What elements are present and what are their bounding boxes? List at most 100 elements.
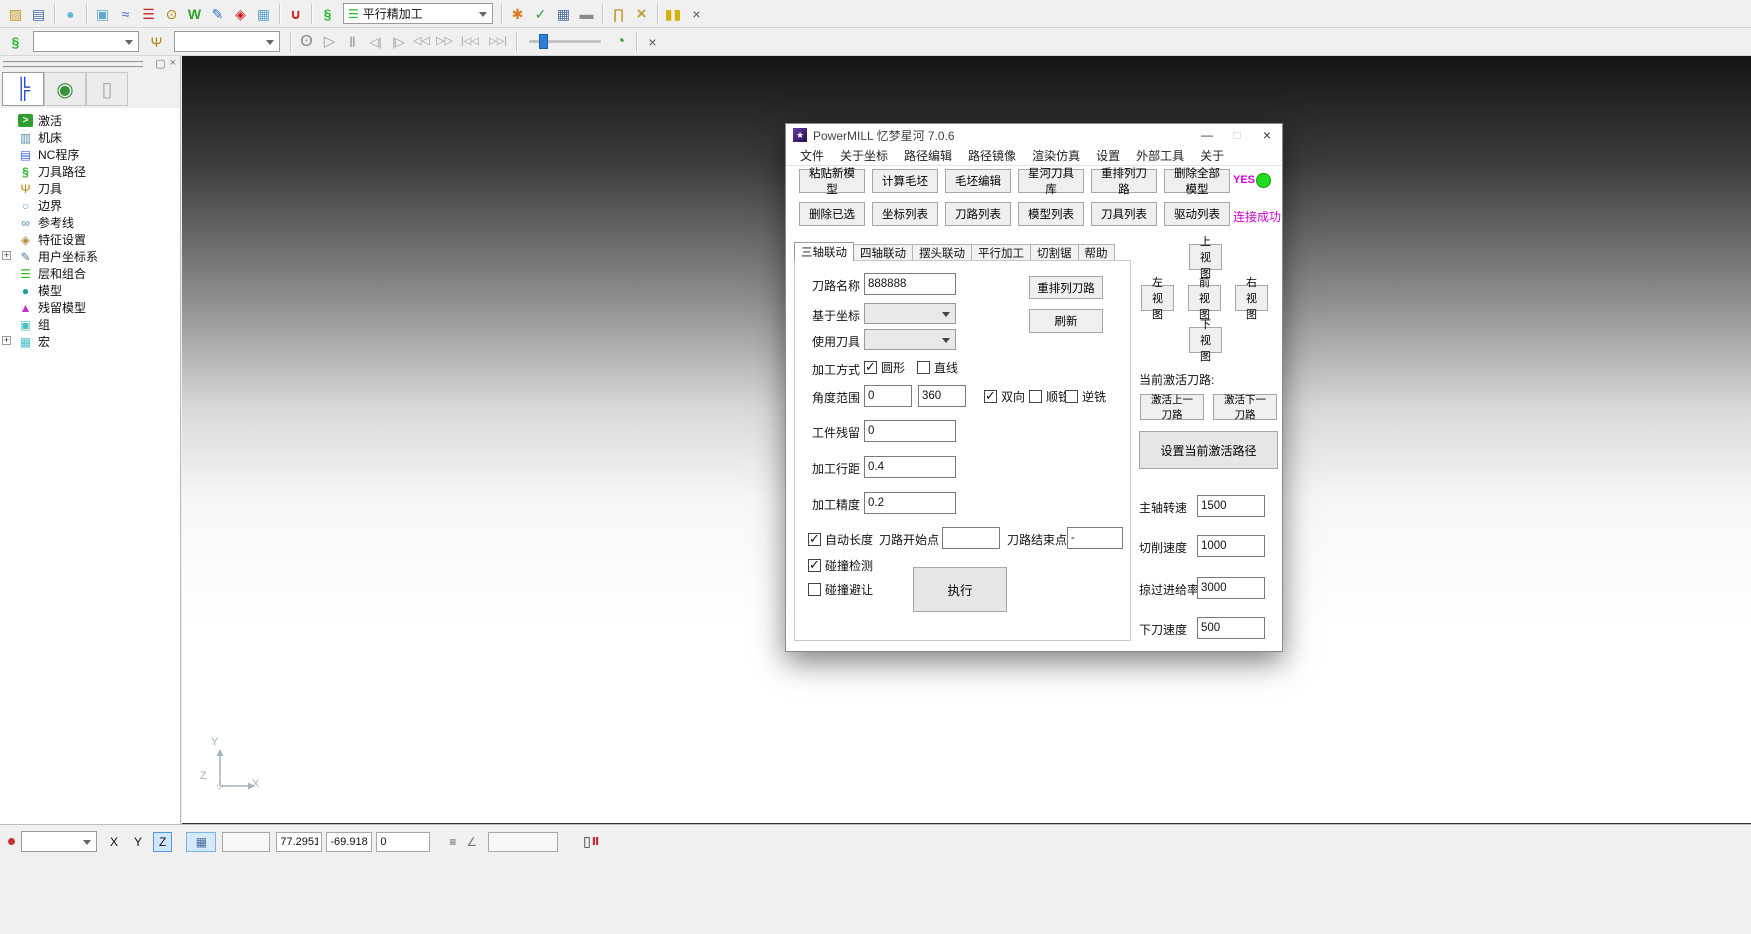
start-point-input[interactable] — [942, 527, 1000, 549]
tree-item-feature-sets[interactable]: ◈特征设置 — [0, 231, 180, 248]
tree-item-machine[interactable]: ▥机床 — [0, 129, 180, 146]
cutting-feed-input[interactable] — [1197, 535, 1265, 557]
rearrange-toolpaths-button[interactable]: 重排列刀路 — [1091, 169, 1157, 193]
tool-list-button[interactable]: 刀具列表 — [1091, 202, 1157, 226]
bidirectional-checkbox[interactable]: 双向 — [984, 388, 1025, 405]
skim-feed-input[interactable] — [1197, 577, 1265, 599]
sim-toolpath-combo[interactable] — [33, 31, 139, 52]
based-coord-combo[interactable] — [864, 303, 956, 324]
play-icon[interactable]: ▷ — [318, 31, 341, 53]
menu-settings[interactable]: 设置 — [1088, 146, 1128, 166]
delete-all-models-button[interactable]: 删除全部模型 — [1164, 169, 1230, 193]
panel-close-icon[interactable]: × — [170, 57, 176, 70]
tree-item-levels-sets[interactable]: ☰层和组合 — [0, 265, 180, 282]
z-axis-button[interactable]: Z — [153, 832, 172, 852]
tree-item-groups[interactable]: ▣组 — [0, 316, 180, 333]
block-edit-button[interactable]: 毛坯编辑 — [945, 169, 1011, 193]
tab-saw[interactable]: 切割锯 — [1030, 244, 1079, 261]
tree-item-toolpaths[interactable]: §刀具路径 — [0, 163, 180, 180]
climb-mill-checkbox[interactable]: 顺铣 — [1029, 388, 1070, 405]
bulb-icon[interactable]: ʘ — [295, 31, 318, 53]
collision-check-icon[interactable]: ✱ — [506, 3, 529, 25]
expander-plus-icon[interactable]: + — [2, 336, 11, 345]
machining-strategy-combo[interactable]: ☰ 平行精加工 — [343, 3, 493, 24]
rearrange-button[interactable]: 重排列刀路 — [1029, 276, 1103, 299]
save-icon[interactable]: ▤ — [27, 3, 50, 25]
end-point-input[interactable] — [1067, 527, 1123, 549]
tab-3axis[interactable]: 三轴联动 — [794, 242, 854, 261]
list-options-icon[interactable]: ≡ — [444, 832, 461, 852]
sim-tool-combo[interactable] — [174, 31, 280, 52]
skip-start-icon[interactable]: |◁◁ — [456, 31, 484, 53]
model-block-icon[interactable]: ▦ — [252, 3, 275, 25]
mode-line-checkbox[interactable]: 直线 — [917, 359, 958, 376]
stock-remain-input[interactable] — [864, 420, 956, 442]
collision-avoid-checkbox[interactable]: 碰撞避让 — [808, 581, 873, 598]
tool-u-icon[interactable]: ∪ — [284, 3, 307, 25]
rapid-heights-icon[interactable]: ☰ — [137, 3, 160, 25]
tolerance-input[interactable] — [864, 492, 956, 514]
expander-plus-icon[interactable]: + — [2, 251, 11, 260]
toolpath-arrow-icon[interactable]: ≈ — [114, 3, 137, 25]
coord-x-field[interactable] — [276, 832, 322, 852]
tool-ok-icon[interactable]: ✓ — [529, 3, 552, 25]
angle-from-input[interactable] — [864, 385, 912, 407]
step-back-icon[interactable]: ◁| — [364, 31, 387, 53]
activate-next-button[interactable]: 激活下一刀路 — [1213, 394, 1277, 420]
tree-item-macros[interactable]: +▦宏 — [0, 333, 180, 350]
menu-path-edit[interactable]: 路径编辑 — [896, 146, 960, 166]
menu-external-tools[interactable]: 外部工具 — [1128, 146, 1192, 166]
menu-about[interactable]: 关于 — [1192, 146, 1232, 166]
angle-measure-icon[interactable]: ∠ — [461, 832, 482, 852]
coord-list-button[interactable]: 坐标列表 — [872, 202, 938, 226]
menu-coords[interactable]: 关于坐标 — [832, 146, 896, 166]
view-right-button[interactable]: 右视图 — [1235, 285, 1268, 311]
tree-item-boundaries[interactable]: ○边界 — [0, 197, 180, 214]
slider-handle[interactable] — [539, 34, 548, 49]
toolpath-spring-icon[interactable]: § — [4, 31, 27, 53]
execute-button[interactable]: 执行 — [913, 567, 1007, 612]
coord-y-field[interactable] — [326, 832, 372, 852]
tree-item-activate[interactable]: >激活 — [0, 112, 180, 129]
spindle-speed-input[interactable] — [1197, 495, 1265, 517]
empty-field[interactable] — [222, 832, 270, 852]
tab-tilt-head[interactable]: 摆头联动 — [912, 244, 972, 261]
transform-icon[interactable]: × — [630, 3, 653, 25]
clock-icon[interactable]: ◔ — [609, 31, 632, 53]
use-tool-combo[interactable] — [864, 329, 956, 350]
tree-item-tools[interactable]: Ψ刀具 — [0, 180, 180, 197]
tool-library-button[interactable]: 星河刀具库 — [1018, 169, 1084, 193]
sim-speed-slider[interactable] — [529, 40, 601, 43]
plunge-feed-input[interactable] — [1197, 617, 1265, 639]
calc-block-button[interactable]: 计算毛坯 — [872, 169, 938, 193]
angle-to-input[interactable] — [918, 385, 966, 407]
toolpath-name-input[interactable] — [864, 273, 956, 295]
tree-item-models[interactable]: ●模型 — [0, 282, 180, 299]
auto-length-checkbox[interactable]: 自动长度 — [808, 531, 873, 548]
ball-tool-icon[interactable]: ⊙ — [160, 3, 183, 25]
ruler-icon[interactable]: ▬ — [575, 3, 598, 25]
model-list-button[interactable]: 模型列表 — [1018, 202, 1084, 226]
coord-z-field[interactable] — [376, 832, 430, 852]
close-button[interactable]: × — [1252, 124, 1282, 146]
tab-help[interactable]: 帮助 — [1078, 244, 1115, 261]
menu-file[interactable]: 文件 — [792, 146, 832, 166]
tab-globe[interactable]: ◉ — [44, 72, 86, 106]
activate-prev-button[interactable]: 激活上一刀路 — [1140, 394, 1204, 420]
pause-icon[interactable]: Ⅱ — [341, 31, 364, 53]
tool-pair-icon[interactable]: ∏ — [607, 3, 630, 25]
collision-check-checkbox[interactable]: 碰撞检测 — [808, 557, 873, 574]
view-top-button[interactable]: 上视图 — [1189, 244, 1222, 270]
tab-trash[interactable]: ▯ — [86, 72, 128, 106]
calculator-icon[interactable]: ▦ — [552, 3, 575, 25]
tab-parallel[interactable]: 平行加工 — [971, 244, 1031, 261]
tree-item-patterns[interactable]: ∞参考线 — [0, 214, 180, 231]
minimize-button[interactable]: — — [1192, 124, 1222, 146]
fast-forward-icon[interactable]: ▷▷ — [433, 31, 456, 53]
delete-selected-button[interactable]: 删除已选 — [799, 202, 865, 226]
open-file-icon[interactable]: ▨ — [4, 3, 27, 25]
cylinders-icon[interactable]: ▮▮ — [662, 3, 685, 25]
panel-grip[interactable] — [3, 61, 143, 68]
mode-circle-checkbox[interactable]: 圆形 — [864, 359, 905, 376]
stepover-input[interactable] — [864, 456, 956, 478]
